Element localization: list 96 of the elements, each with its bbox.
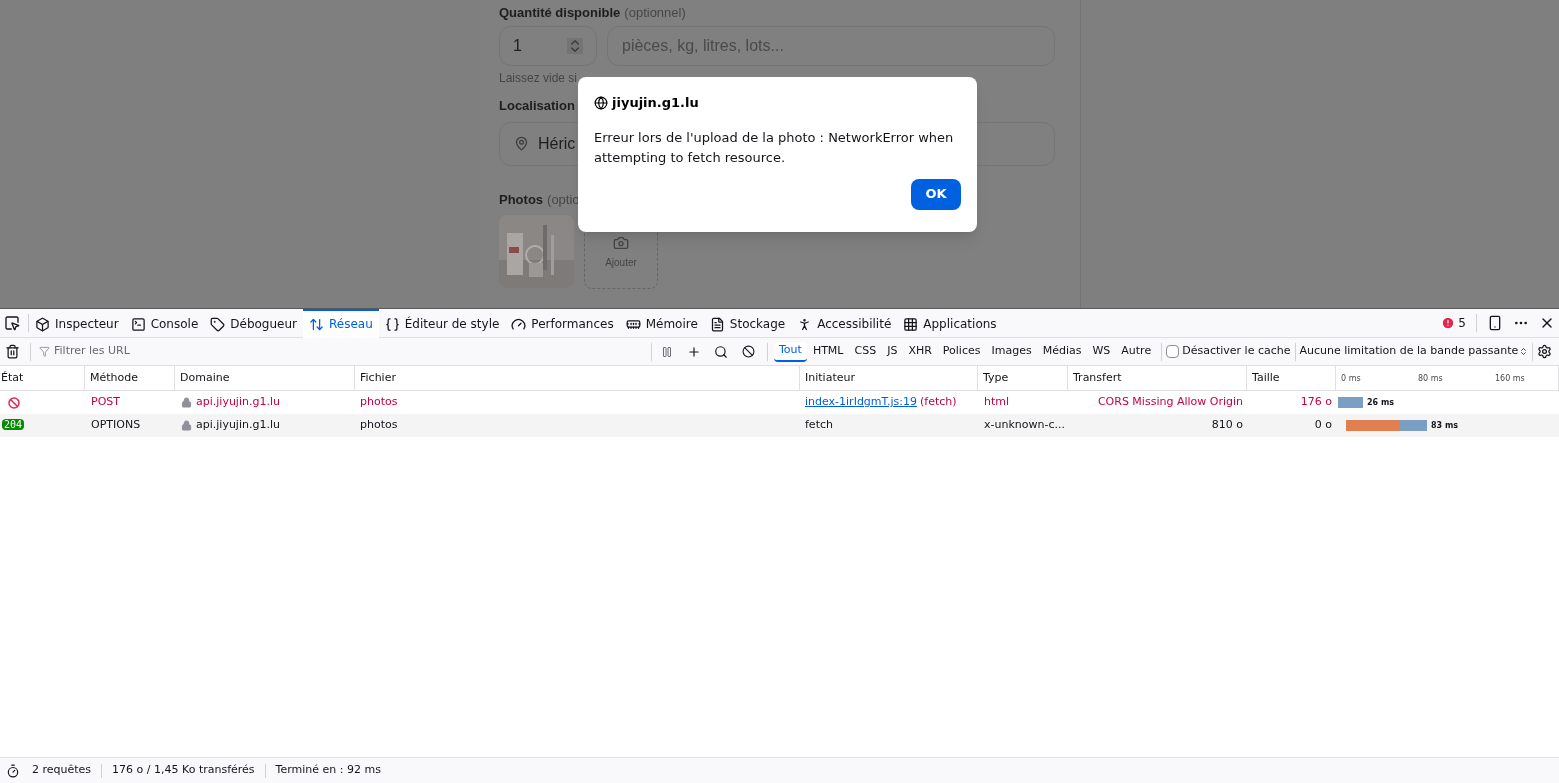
timeline-tick: 0 ms (1341, 373, 1361, 385)
throttling-select[interactable]: Aucune limitation de la bande passante (1299, 343, 1529, 360)
error-count[interactable]: 5 (1458, 314, 1466, 332)
type-filter-tab[interactable]: Polices (937, 341, 986, 362)
initiator-text: (fetch) (919, 394, 957, 411)
grid-icon (903, 316, 919, 332)
up-down-arrows-icon (309, 316, 324, 332)
braces-icon (384, 316, 400, 332)
devtools-tab[interactable]: Réseau (303, 308, 379, 338)
tag-icon (210, 316, 226, 332)
blocked-icon (8, 396, 20, 409)
type-text: x-unknown-c... (984, 418, 1065, 432)
field-label: Photos (499, 190, 544, 209)
trash-icon[interactable] (5, 344, 20, 359)
settings-icon[interactable] (1537, 344, 1553, 359)
responsive-design-icon[interactable] (1487, 315, 1503, 331)
timing-bar (1338, 397, 1363, 408)
timeline-tick: 160 ms (1495, 373, 1525, 385)
filter-field[interactable]: Filtrer les URL (31, 343, 651, 360)
up-down-caret-icon (1519, 347, 1529, 356)
lock-icon (181, 420, 192, 431)
type-text: html (984, 395, 1010, 409)
error-icon[interactable] (1441, 316, 1456, 330)
domain-text: api.jiyujin.g1.lu (196, 417, 280, 434)
timing-label: 83 ms (1431, 419, 1458, 432)
devtools-tab[interactable]: Applications (897, 308, 1003, 338)
checkbox-label: Désactiver le cache (1182, 343, 1291, 360)
box-icon (35, 316, 50, 332)
column-header[interactable]: Type (978, 366, 1068, 390)
optional-note: (optio (547, 190, 580, 209)
lock-icon (181, 397, 192, 408)
pause-icon[interactable] (661, 345, 673, 358)
status-text: 2 requêtes (32, 762, 92, 779)
initiator-link[interactable]: index-1irIdgmT.js:19 (805, 394, 917, 411)
timing-label: 26 ms (1367, 396, 1394, 409)
quantity-field[interactable]: 1 (499, 26, 597, 66)
status-text: 176 o / 1,45 Ko transférés (112, 762, 255, 779)
camera-icon (613, 234, 629, 251)
type-filter-tab[interactable]: HTML (807, 341, 849, 362)
column-header[interactable]: Méthode (85, 366, 175, 390)
filter-icon (39, 346, 50, 357)
timeline-tick: 80 ms (1418, 373, 1443, 385)
type-filter-tab[interactable]: Images (986, 341, 1037, 362)
column-header[interactable]: Taille (1247, 366, 1336, 390)
status-code: 204 (2, 419, 25, 431)
devtools-tab[interactable]: Mémoire (619, 308, 704, 338)
terminal-icon (130, 316, 146, 332)
method-text: POST (91, 395, 120, 409)
element-picker-icon[interactable] (4, 315, 20, 331)
type-filter-tab[interactable]: JS (882, 341, 903, 362)
cache-checkbox[interactable] (1166, 345, 1180, 358)
gauge-icon (511, 316, 527, 332)
devtools-tab[interactable]: Console (124, 308, 205, 338)
devtools-tab[interactable]: Stockage (703, 308, 792, 338)
filter-input[interactable]: Filtrer les URL (54, 343, 354, 360)
ok-button[interactable]: OK (911, 178, 961, 210)
type-filter-tab[interactable]: Tout (774, 341, 807, 362)
block-icon[interactable] (742, 345, 755, 358)
stopwatch-icon[interactable] (6, 763, 20, 778)
field-label: Quantité disponible (499, 4, 621, 23)
map-pin-icon (514, 136, 529, 151)
method-text: OPTIONS (91, 418, 141, 432)
dialog-message: Erreur lors de l'upload de la photo : NetworkError when attempting to fetch resource. (594, 128, 955, 167)
size-text: 176 o (1300, 395, 1332, 409)
initiator-text: fetch (805, 417, 833, 434)
plus-icon[interactable] (687, 344, 701, 359)
location-value: Héric (538, 133, 576, 154)
file-text: photos (360, 418, 398, 432)
type-filter-tab[interactable]: Autre (1116, 341, 1157, 362)
column-header[interactable]: Initiateur (800, 366, 978, 390)
transfer-text: CORS Missing Allow Origin (1097, 395, 1243, 409)
file-text: photos (360, 395, 398, 409)
domain-text: api.jiyujin.g1.lu (196, 394, 280, 411)
column-header[interactable]: État (0, 366, 85, 390)
devtools-tab[interactable]: Débogueur (204, 308, 303, 338)
type-filter-tab[interactable]: XHR (903, 341, 937, 362)
globe-icon (594, 95, 608, 110)
devtools-tab[interactable]: Performances (505, 308, 620, 338)
field-label: Localisation (499, 97, 575, 115)
type-filter-tab[interactable]: Médias (1037, 341, 1087, 362)
hint-text: Laissez vide si (499, 70, 579, 86)
transfer-text: 810 o (1211, 418, 1243, 432)
document-icon (709, 316, 725, 332)
devtools-tab[interactable]: Inspecteur (29, 308, 125, 338)
size-text: 0 o (1314, 418, 1332, 432)
devtools-tab[interactable]: Accessibilité (791, 308, 898, 338)
status-text: Terminé en : 92 ms (275, 762, 381, 779)
column-header[interactable]: Fichier (355, 366, 800, 390)
optional-note: (optionnel) (624, 4, 686, 23)
column-header[interactable]: Domaine (175, 366, 355, 390)
type-filter-tab[interactable]: WS (1087, 341, 1116, 362)
search-icon[interactable] (714, 344, 728, 359)
devtools-tab[interactable]: Éditeur de style (378, 308, 506, 338)
dialog-title: jiyujin.g1.lu (612, 94, 699, 112)
type-filter-tab[interactable]: CSS (849, 341, 882, 362)
column-header[interactable]: Transfert (1068, 366, 1247, 390)
